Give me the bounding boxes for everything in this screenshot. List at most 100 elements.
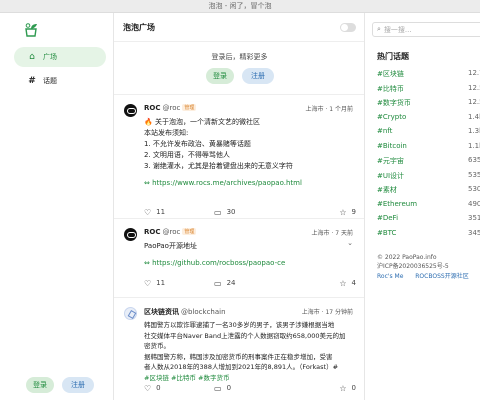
topic-count: 12.5k	[468, 83, 480, 92]
avatar[interactable]	[124, 307, 137, 320]
comment-count: 0	[226, 384, 232, 392]
sidebar-item-label: 广场	[43, 53, 57, 61]
main-feed: 泡泡广场 登录后，精彩更多 登录 注册 ROC @roc 管理 上海市 · 1 个月…	[114, 13, 365, 400]
hot-topic-item[interactable]: #比特币 12.5k	[377, 84, 480, 94]
topic-name: #Bitcoin	[377, 141, 407, 150]
hot-topic-item[interactable]: #区块链 12.7k	[377, 69, 480, 79]
post-time: 17 分钟前	[325, 309, 353, 316]
link-icon: ⇔	[144, 179, 153, 187]
like-count: 11	[156, 279, 166, 287]
post-author[interactable]: ROC @roc 管理	[144, 228, 197, 236]
collect-count: 0	[351, 384, 356, 392]
topic-count: 345	[468, 228, 480, 237]
comment-icon: ▭	[214, 278, 222, 288]
topic-count: 12.7k	[468, 69, 480, 77]
author-handle: @blockchain	[181, 308, 226, 316]
collect-button[interactable]: ☆ 0	[339, 384, 356, 393]
feed-header: 泡泡广场	[114, 13, 364, 42]
theme-toggle[interactable]	[340, 23, 356, 32]
sidebar-item-topics[interactable]: # 话题	[14, 71, 106, 91]
like-button[interactable]: ♡ 11	[144, 279, 214, 288]
collect-count: 9	[351, 208, 356, 216]
author-handle: @roc	[162, 228, 181, 236]
topic-count: 490	[468, 199, 480, 208]
post-line: 据韩国警方称，韩国涉及加密货币的刑事案件正在稳步增加，受害	[144, 352, 333, 361]
topic-name: #区块链	[377, 70, 404, 78]
like-button[interactable]: ♡ 11	[144, 208, 214, 217]
topic-name: #UI设计	[377, 171, 405, 180]
hot-topic-item[interactable]: #DeFi 351	[377, 214, 480, 224]
star-icon: ☆	[339, 207, 347, 217]
avatar[interactable]	[124, 228, 137, 241]
hot-topic-item[interactable]: #Ethereum 490	[377, 200, 480, 210]
collect-button[interactable]: ☆ 4	[339, 279, 356, 288]
search-input[interactable]: ⌕ 搜一搜...	[372, 22, 480, 37]
post-line: 3. 谢绝灌水，尤其是拾着键盘出来的无意义字符	[144, 162, 293, 170]
post-link[interactable]: ⇔ https://github.com/rocboss/paopao-ce	[144, 258, 356, 269]
post-actions: ♡ 11 ▭ 30 ☆ 9	[144, 207, 356, 217]
post-actions: ♡ 11 ▭ 24 ☆ 4	[144, 278, 356, 288]
hot-topic-item[interactable]: #Crypto 1.4k	[377, 113, 480, 123]
topic-name: #比特币	[377, 84, 404, 93]
register-button[interactable]: 注册	[242, 68, 274, 84]
author-name: ROC	[144, 104, 161, 112]
left-sidebar: ⌂ 广场 # 话题 登录 注册	[0, 13, 114, 400]
footer-link-rocs-me[interactable]: Roc's Me	[377, 273, 403, 280]
topic-count: 351	[468, 214, 480, 222]
comment-button[interactable]: ▭ 24	[214, 279, 289, 288]
post-line: 本站发布须知:	[144, 129, 189, 137]
admin-badge: 管理	[182, 104, 197, 111]
hot-topic-item[interactable]: #UI设计 535	[377, 171, 480, 181]
post-card[interactable]: ROC @roc 管理 上海市 · 7 天前 ⌄ PaoPao开源地址 ⇔ http…	[114, 220, 364, 298]
page-title: 泡泡广场	[123, 23, 155, 32]
hot-topic-item[interactable]: #nft 1.3k	[377, 127, 480, 137]
topic-count: 1.4k	[468, 112, 480, 121]
star-icon: ☆	[339, 278, 347, 288]
post-line: 密货币。	[144, 342, 170, 350]
topic-name: #nft	[377, 127, 393, 135]
topic-name: #素材	[377, 186, 397, 194]
comment-button[interactable]: ▭ 0	[214, 384, 289, 393]
comment-count: 30	[226, 208, 236, 216]
comment-button[interactable]: ▭ 30	[214, 208, 289, 217]
post-time: 1 个月前	[329, 106, 353, 113]
hot-topics-title: 热门话题	[377, 52, 409, 61]
icp-record[interactable]: 沪ICP备2020036525号-5	[377, 262, 449, 271]
avatar[interactable]	[124, 104, 137, 117]
topic-count: 535	[468, 170, 480, 179]
post-card[interactable]: ROC @roc 管理 上海市 · 1 个月前 🔥 关于泡泡，一个清新文艺的微社区 …	[114, 96, 364, 219]
footer-link-rocboss[interactable]: ROCBOSS开源社区	[415, 273, 468, 280]
post-meta: 上海市 · 1 个月前	[305, 106, 353, 113]
login-button[interactable]: 登录	[206, 68, 234, 84]
post-link-text: https://www.rocs.me/archives/paopao.html	[152, 179, 302, 187]
topic-count: 635	[468, 156, 480, 164]
post-tags[interactable]: #区块链 #比特币 #数字货币	[144, 373, 356, 384]
sidebar-register-button[interactable]: 注册	[62, 377, 94, 393]
paopao-logo-icon[interactable]	[23, 22, 39, 38]
topic-name: #BTC	[377, 228, 397, 237]
post-card[interactable]: 区块链资讯 @blockchain 上海市 · 17 分钟前 韩国警方以欺诈罪逮捕…	[114, 299, 364, 400]
sidebar-login-button[interactable]: 登录	[26, 377, 54, 393]
hot-topic-item[interactable]: #素材 530	[377, 185, 480, 195]
post-line: 韩国警方以欺诈罪逮捕了一名30多岁的男子，该男子涉嫌根据当地	[144, 321, 335, 329]
post-time: 7 天前	[335, 230, 353, 237]
post-location: 上海市	[311, 230, 330, 237]
search-placeholder: 搜一搜...	[383, 25, 412, 34]
post-link[interactable]: ⇔ https://www.rocs.me/archives/paopao.ht…	[144, 178, 356, 189]
topic-count: 12.5k	[468, 98, 480, 106]
post-author[interactable]: ROC @roc 管理	[144, 104, 197, 112]
hot-topic-item[interactable]: #BTC 345	[377, 229, 480, 239]
search-icon: ⌕	[377, 25, 381, 33]
sidebar-item-square[interactable]: ⌂ 广场	[14, 47, 106, 67]
hot-topic-item[interactable]: #元宇宙 635	[377, 156, 480, 166]
post-line: 2. 文明用语，不得辱骂他人	[144, 151, 230, 159]
login-prompt: 登录后，精彩更多 登录 注册	[114, 42, 364, 95]
hot-topic-item[interactable]: #Bitcoin 1.1k	[377, 142, 480, 152]
topic-name: #元宇宙	[377, 157, 404, 165]
post-location: 上海市	[301, 309, 320, 316]
like-count: 11	[156, 208, 166, 216]
collect-button[interactable]: ☆ 9	[339, 208, 356, 217]
post-author[interactable]: 区块链资讯 @blockchain	[144, 307, 226, 317]
hot-topic-item[interactable]: #数字货币 12.5k	[377, 98, 480, 108]
like-button[interactable]: ♡ 0	[144, 384, 214, 393]
